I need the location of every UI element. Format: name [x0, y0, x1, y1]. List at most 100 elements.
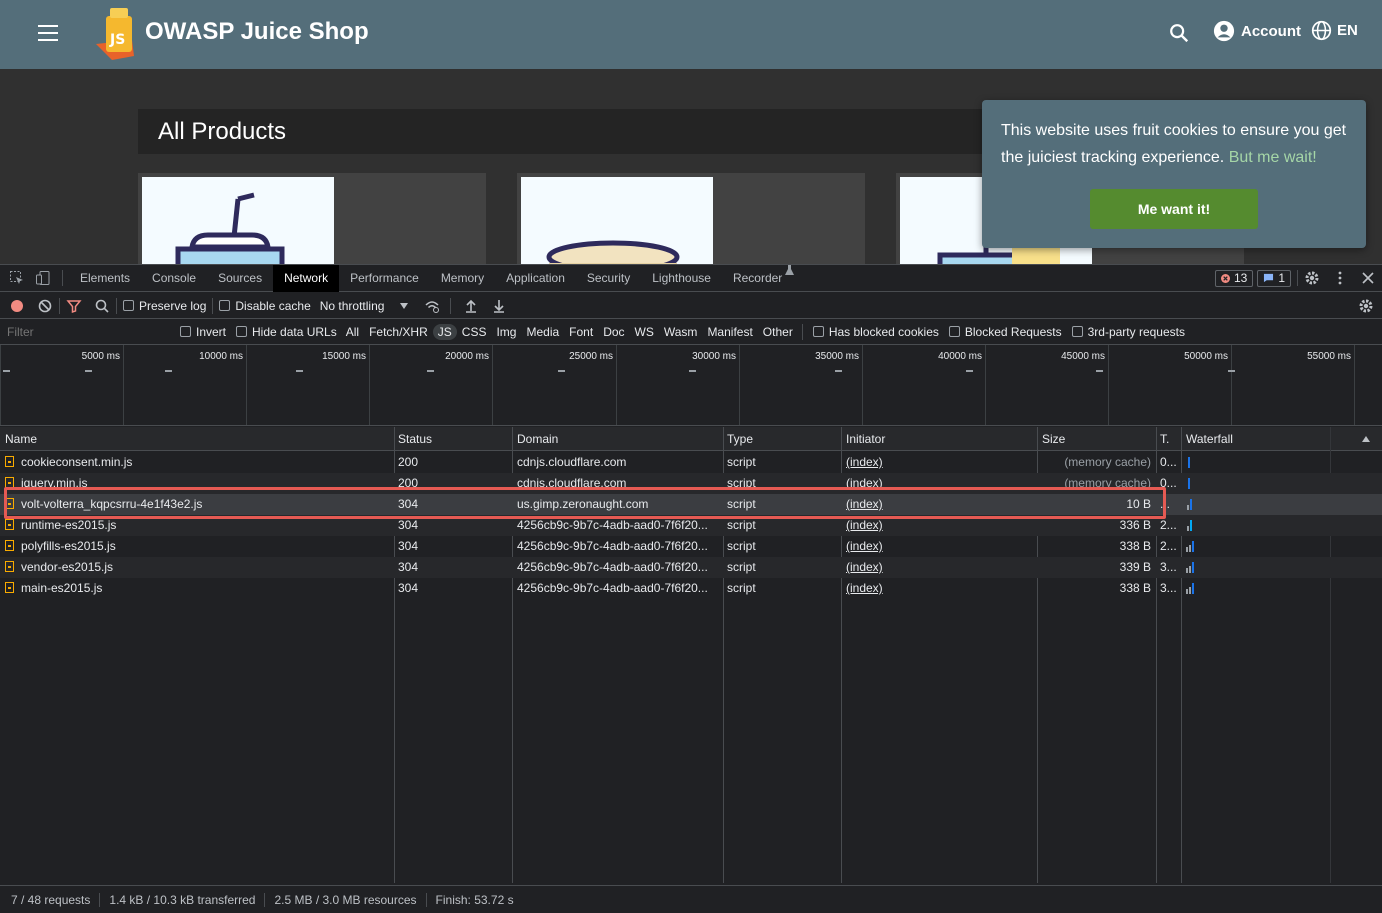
cookie-learn-more-link[interactable]: But me wait! — [1229, 149, 1317, 166]
third-party-checkbox[interactable]: 3rd-party requests — [1071, 325, 1185, 339]
script-file-icon — [5, 456, 14, 467]
table-row[interactable]: vendor-es2015.js 304 4256cb9c-9b7c-4adb-aa… — [0, 557, 1382, 578]
search-icon[interactable] — [1168, 22, 1190, 44]
column-header-size[interactable]: Size — [1037, 427, 1065, 451]
type-filter-js[interactable]: JS — [432, 323, 457, 340]
cell-type: script — [727, 497, 756, 511]
product-card[interactable] — [517, 173, 865, 264]
tab-application[interactable]: Application — [495, 265, 576, 292]
device-toolbar-icon[interactable] — [35, 270, 51, 286]
cell-status: 304 — [398, 497, 419, 511]
cell-type: script — [727, 581, 756, 595]
column-header-name[interactable]: Name — [0, 427, 37, 451]
request-name: runtime-es2015.js — [21, 518, 117, 532]
column-header-initiator[interactable]: Initiator — [841, 427, 885, 451]
export-har-icon[interactable] — [491, 298, 507, 314]
checkbox-box — [1071, 326, 1083, 337]
request-name: main-es2015.js — [21, 581, 103, 595]
cell-initiator[interactable]: (index) — [841, 452, 1037, 473]
table-row[interactable]: polyfills-es2015.js 304 4256cb9c-9b7c-4adb… — [0, 536, 1382, 557]
throttling-label: No throttling — [319, 298, 385, 313]
filter-icon[interactable] — [66, 298, 82, 314]
filter-input[interactable] — [0, 320, 166, 343]
language-button[interactable]: EN — [1311, 20, 1358, 41]
type-filter-css[interactable]: CSS — [457, 324, 492, 340]
tab-performance[interactable]: Performance — [339, 265, 430, 292]
timeline-tick-label: 10000 ms — [199, 351, 243, 362]
waterfall-bar — [1188, 457, 1190, 468]
app-toolbar: JS OWASP Juice Shop Account EN — [0, 0, 1382, 69]
error-count-badge[interactable]: 13 — [1214, 269, 1254, 287]
import-har-icon[interactable] — [463, 298, 479, 314]
table-row[interactable]: cookieconsent.min.js 200 cdnjs.cloudflare.… — [0, 452, 1382, 473]
table-row[interactable]: volt-volterra_kqpcsrru-4e1f43e2.js 304 us.… — [0, 494, 1382, 515]
hide-data-urls-label: Hide data URLs — [252, 324, 337, 339]
type-filter-ws[interactable]: WS — [630, 324, 659, 340]
tab-security[interactable]: Security — [576, 265, 641, 292]
timeline-overview[interactable]: 5000 ms 10000 ms 15000 ms 20000 ms 25000 ms 3… — [0, 345, 1382, 426]
type-filter-media[interactable]: Media — [521, 324, 564, 340]
preserve-log-checkbox[interactable]: Preserve log — [123, 299, 206, 313]
column-header-domain[interactable]: Domain — [512, 427, 558, 451]
tab-elements[interactable]: Elements — [69, 265, 141, 292]
tab-network[interactable]: Network — [273, 264, 340, 292]
devtools-tabbar: Elements Console Sources Network Performance… — [0, 264, 1382, 292]
divider — [212, 297, 214, 314]
cell-initiator[interactable]: (index) — [841, 536, 1037, 557]
invert-checkbox[interactable]: Invert — [180, 325, 226, 339]
cell-type: script — [727, 476, 756, 490]
column-header-time[interactable]: T. — [1155, 427, 1169, 451]
tab-memory[interactable]: Memory — [430, 265, 495, 292]
tab-console[interactable]: Console — [141, 265, 207, 292]
type-filter-other[interactable]: Other — [758, 324, 798, 340]
message-count-badge[interactable]: 1 — [1257, 269, 1291, 287]
cookie-accept-button[interactable]: Me want it! — [1090, 189, 1258, 229]
account-button[interactable]: Account — [1213, 20, 1301, 42]
network-conditions-icon[interactable] — [424, 298, 440, 314]
sort-ascending-icon[interactable] — [1362, 436, 1370, 442]
type-filter-doc[interactable]: Doc — [598, 324, 629, 340]
hide-data-urls-checkbox[interactable]: Hide data URLs — [236, 325, 337, 339]
cell-initiator[interactable]: (index) — [841, 578, 1037, 599]
type-filter-wasm[interactable]: Wasm — [659, 324, 703, 340]
cell-initiator[interactable]: (index) — [841, 473, 1037, 494]
clear-icon[interactable] — [37, 298, 53, 314]
table-row[interactable]: jquery.min.js 200 cdnjs.cloudflare.com scri… — [0, 473, 1382, 494]
disable-cache-checkbox[interactable]: Disable cache — [219, 299, 311, 313]
type-filter-fetchxhr[interactable]: Fetch/XHR — [364, 324, 433, 340]
cell-initiator[interactable]: (index) — [841, 515, 1037, 536]
tab-lighthouse[interactable]: Lighthouse — [641, 265, 722, 292]
blocked-requests-checkbox[interactable]: Blocked Requests — [948, 325, 1062, 339]
type-filter-img[interactable]: Img — [491, 324, 521, 340]
app-title[interactable]: OWASP Juice Shop — [145, 18, 369, 46]
throttling-select[interactable]: No throttling — [320, 299, 385, 313]
inspect-element-icon[interactable] — [9, 270, 25, 286]
chevron-down-icon[interactable] — [400, 302, 409, 309]
tab-recorder[interactable]: Recorder — [722, 265, 793, 292]
close-icon[interactable] — [1360, 270, 1376, 286]
table-row[interactable]: runtime-es2015.js 304 4256cb9c-9b7c-4adb-a… — [0, 515, 1382, 536]
has-blocked-cookies-checkbox[interactable]: Has blocked cookies — [812, 325, 939, 339]
search-icon[interactable] — [94, 298, 110, 314]
table-row[interactable]: main-es2015.js 304 4256cb9c-9b7c-4adb-aad0… — [0, 578, 1382, 599]
product-card[interactable] — [138, 173, 486, 264]
record-icon[interactable] — [9, 298, 25, 314]
tab-sources[interactable]: Sources — [207, 265, 273, 292]
column-header-type[interactable]: Type — [722, 427, 753, 451]
column-header-status[interactable]: Status — [393, 427, 432, 451]
waterfall-bar — [1192, 562, 1194, 573]
cell-initiator[interactable]: (index) — [841, 494, 1037, 515]
type-filter-manifest[interactable]: Manifest — [702, 324, 757, 340]
devtools-panel: Elements Console Sources Network Performance… — [0, 264, 1382, 912]
column-header-waterfall[interactable]: Waterfall — [1181, 427, 1233, 451]
hamburger-menu-icon[interactable] — [38, 25, 58, 41]
more-options-icon[interactable] — [1332, 270, 1348, 286]
network-settings-icon[interactable] — [1358, 298, 1374, 314]
juice-shop-logo[interactable]: JS — [90, 6, 138, 60]
timeline-tick-label: 25000 ms — [569, 351, 613, 362]
type-filter-all[interactable]: All — [341, 324, 364, 340]
cell-initiator[interactable]: (index) — [841, 557, 1037, 578]
type-filter-font[interactable]: Font — [564, 324, 598, 340]
settings-gear-icon[interactable] — [1304, 270, 1320, 286]
timeline-gridline — [862, 345, 863, 425]
